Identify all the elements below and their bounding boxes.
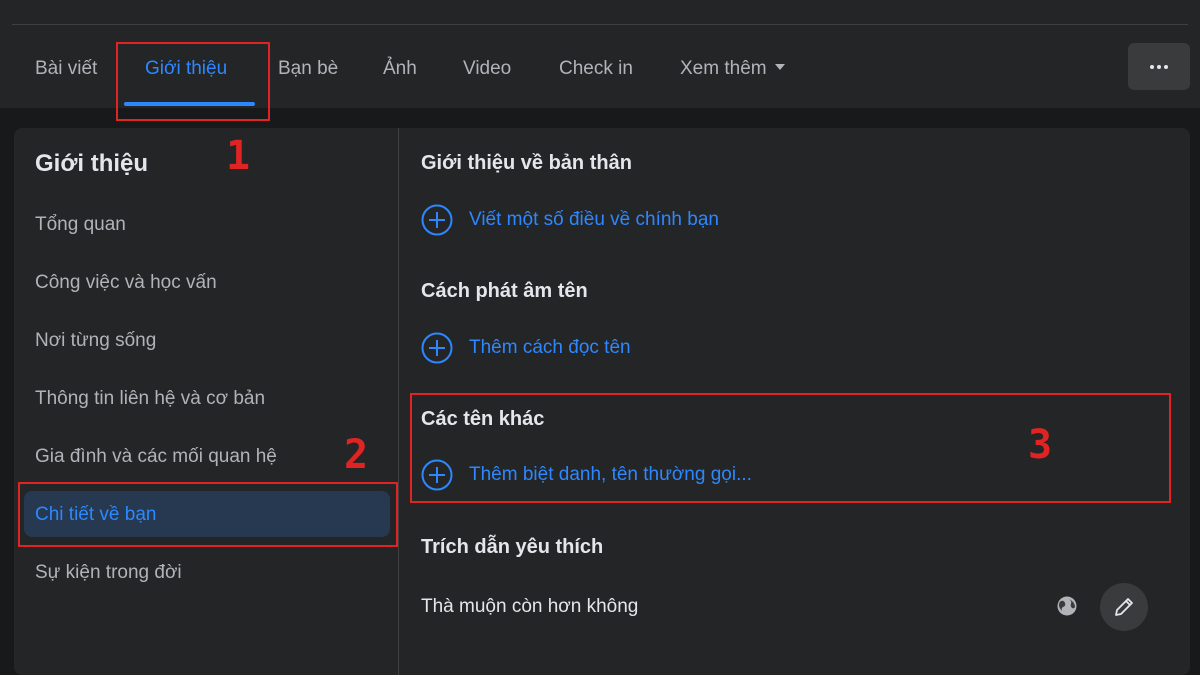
sidebar-title: Giới thiệu — [35, 150, 149, 177]
annotation-marker-2: 2 — [344, 432, 369, 478]
caret-down-icon — [774, 63, 785, 70]
sidebar-item-overview[interactable]: Tổng quan — [35, 214, 126, 236]
plus-circle-icon — [421, 204, 453, 236]
sidebar-item-work-education[interactable]: Công việc và học vấn — [35, 272, 217, 294]
add-about-yourself-button[interactable]: Viết một số điều về chính bạn — [421, 204, 719, 236]
sidebar-item-family-relationships[interactable]: Gia đình và các mối quan hệ — [35, 446, 277, 468]
section-title-about-yourself: Giới thiệu về bản thân — [421, 152, 632, 174]
tab-friends[interactable]: Bạn bè — [278, 56, 338, 82]
sidebar-item-contact-basic-info[interactable]: Thông tin liên hệ và cơ bản — [35, 388, 265, 410]
tab-photos[interactable]: Ảnh — [383, 56, 417, 82]
more-options-button[interactable] — [1128, 43, 1190, 90]
favorite-quote-text: Thà muộn còn hơn không — [421, 596, 639, 617]
pencil-icon — [1115, 598, 1133, 616]
tab-posts[interactable]: Bài viết — [35, 56, 97, 82]
tab-see-more-label: Xem thêm — [680, 58, 767, 79]
annotation-box-3 — [410, 393, 1171, 503]
add-about-yourself-label: Viết một số điều về chính bạn — [469, 209, 719, 230]
edit-quote-button[interactable] — [1100, 583, 1148, 631]
sidebar-item-places-lived[interactable]: Nơi từng sống — [35, 330, 156, 352]
plus-circle-icon — [421, 332, 453, 364]
annotation-box-2 — [18, 482, 398, 547]
annotation-box-1 — [116, 42, 270, 121]
globe-icon[interactable] — [1056, 595, 1078, 617]
top-divider — [12, 24, 1188, 25]
tab-see-more[interactable]: Xem thêm — [680, 56, 785, 82]
annotation-marker-3: 3 — [1028, 422, 1053, 468]
ellipsis-icon — [1150, 64, 1168, 69]
section-title-name-pronunciation: Cách phát âm tên — [421, 280, 588, 302]
add-name-pronunciation-label: Thêm cách đọc tên — [469, 337, 631, 358]
section-title-favorite-quotes: Trích dẫn yêu thích — [421, 536, 604, 558]
tab-video[interactable]: Video — [463, 56, 511, 82]
annotation-marker-1: 1 — [226, 133, 251, 179]
tab-check-in[interactable]: Check in — [559, 56, 633, 82]
panel-divider — [398, 128, 399, 675]
add-name-pronunciation-button[interactable]: Thêm cách đọc tên — [421, 332, 631, 364]
sidebar-item-life-events[interactable]: Sự kiện trong đời — [35, 562, 182, 584]
